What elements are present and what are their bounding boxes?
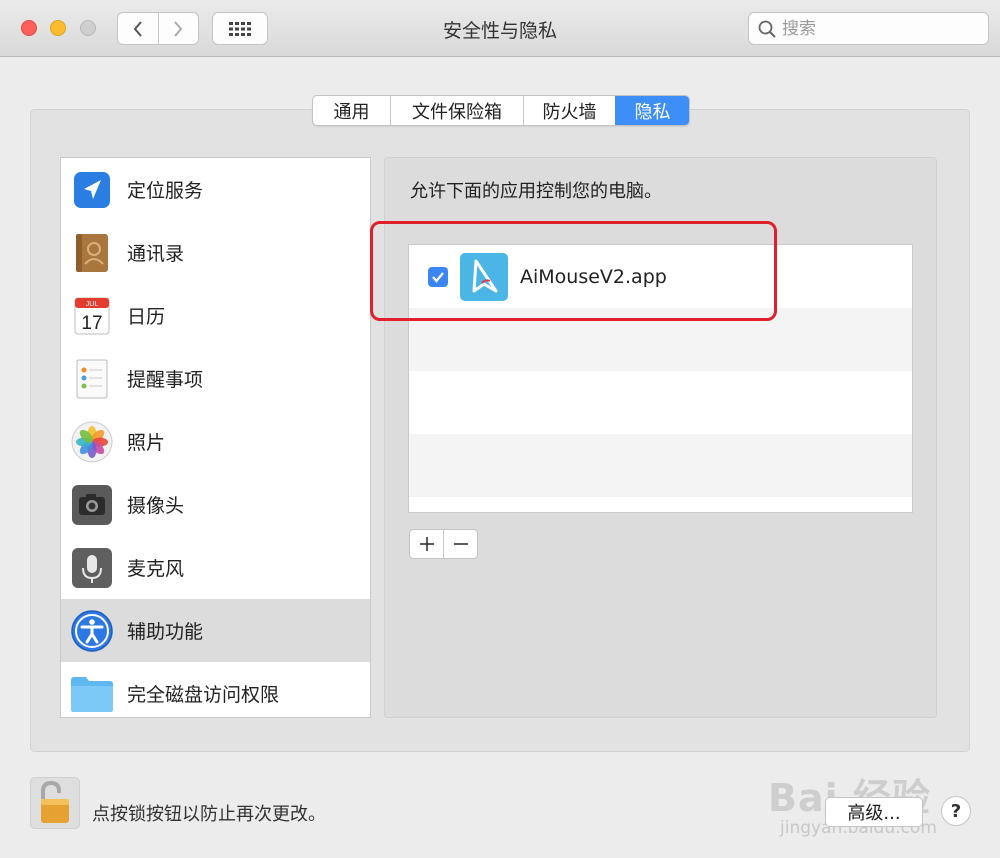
advanced-button[interactable]: 高级... — [825, 797, 923, 827]
sidebar-item-contacts[interactable]: 通讯录 — [61, 221, 370, 284]
accessibility-icon — [69, 608, 115, 654]
search-icon — [758, 20, 776, 38]
sidebar-item-photos[interactable]: 照片 — [61, 410, 370, 473]
photos-icon — [69, 419, 115, 465]
tab-filevault[interactable]: 文件保险箱 — [390, 96, 523, 125]
sidebar-item-label: 日历 — [127, 306, 166, 328]
empty-row — [409, 497, 912, 512]
sidebar-item-label: 辅助功能 — [127, 621, 204, 643]
tab-privacy[interactable]: 隐私 — [615, 96, 689, 125]
pane-heading: 允许下面的应用控制您的电脑。 — [410, 181, 662, 202]
search-input[interactable] — [782, 18, 972, 39]
lock-button[interactable] — [30, 777, 80, 829]
sidebar-item-label: 麦克风 — [127, 558, 185, 580]
reminders-icon — [69, 356, 115, 402]
contacts-book-icon — [69, 230, 115, 276]
title-bar: 安全性与隐私 — [0, 0, 1000, 57]
sidebar-item-calendar[interactable]: JUL 17 日历 — [61, 284, 370, 347]
sidebar-item-reminders[interactable]: 提醒事项 — [61, 347, 370, 410]
privacy-category-list: 定位服务 通讯录 JUL 17 日历 提醒事项 照片 摄像头 麦克风 辅助功能 … — [60, 157, 371, 718]
sidebar-item-label: 照片 — [127, 432, 166, 454]
sidebar-item-label: 摄像头 — [127, 495, 185, 517]
sidebar-item-label: 通讯录 — [127, 243, 185, 265]
empty-row — [409, 434, 912, 497]
tab-bar: 通用 文件保险箱 防火墙 隐私 — [312, 95, 690, 126]
sidebar-item-label: 完全磁盘访问权限 — [127, 684, 280, 706]
calendar-icon: JUL 17 — [69, 293, 115, 339]
search-field[interactable] — [748, 12, 989, 45]
add-remove-control — [409, 529, 478, 559]
minus-icon — [453, 543, 468, 545]
empty-row — [409, 371, 912, 434]
tab-general[interactable]: 通用 — [313, 96, 390, 125]
location-arrow-icon — [69, 167, 115, 213]
svg-text:17: 17 — [81, 313, 102, 334]
lock-hint-text: 点按锁按钮以防止再次更改。 — [92, 804, 326, 825]
plus-icon — [419, 537, 434, 551]
folder-icon — [69, 671, 115, 717]
unlocked-padlock-icon — [41, 781, 69, 823]
sidebar-item-accessibility[interactable]: 辅助功能 — [61, 599, 370, 662]
sidebar-item-camera[interactable]: 摄像头 — [61, 473, 370, 536]
red-highlight-box — [370, 221, 777, 321]
add-app-button[interactable] — [410, 530, 443, 558]
sidebar-item-full-disk-access[interactable]: 完全磁盘访问权限 — [61, 662, 370, 717]
sidebar-item-location[interactable]: 定位服务 — [61, 158, 370, 221]
microphone-icon — [69, 545, 115, 591]
help-button[interactable]: ? — [941, 796, 971, 826]
camera-icon — [69, 482, 115, 528]
sidebar-item-label: 定位服务 — [127, 180, 204, 202]
sidebar-item-label: 提醒事项 — [127, 369, 204, 391]
remove-app-button[interactable] — [443, 530, 477, 558]
svg-text:JUL: JUL — [86, 301, 99, 308]
tab-firewall[interactable]: 防火墙 — [523, 96, 615, 125]
sidebar-item-microphone[interactable]: 麦克风 — [61, 536, 370, 599]
